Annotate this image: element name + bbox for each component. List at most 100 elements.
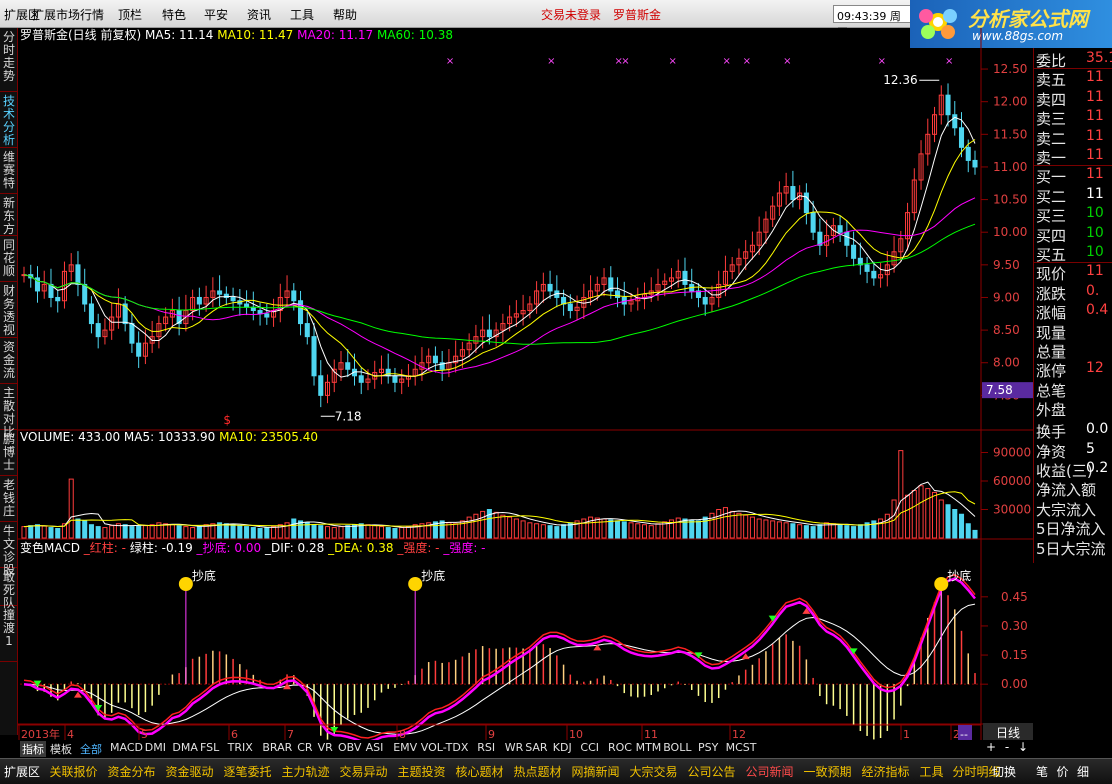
bottom-tab-10[interactable]: 网摘新闻	[572, 763, 620, 780]
indicator-tab-3[interactable]: MACD	[110, 741, 143, 754]
date-label: 12	[732, 728, 746, 740]
indicator-tab-0[interactable]: 指标	[20, 741, 46, 757]
menu-item-3[interactable]: 特色	[162, 6, 186, 23]
quote-row: 净流入额	[1036, 479, 1112, 498]
volume-bar	[21, 526, 27, 539]
bottom-tab-14[interactable]: 一致预期	[804, 763, 852, 780]
indicator-tab-4[interactable]: DMI	[145, 741, 166, 754]
indicator-tab-23[interactable]: PSY	[698, 741, 718, 754]
bottom-tab-7[interactable]: 主题投资	[398, 763, 446, 780]
indicator-tab-20[interactable]: ROC	[608, 741, 632, 754]
bottom-tab-13[interactable]: 公司新闻	[746, 763, 794, 780]
volume-tick-label: 90000	[993, 446, 1031, 460]
quote-label: 买三	[1036, 207, 1067, 225]
menu-item-4[interactable]: 平安	[204, 6, 228, 23]
indicator-tab-15[interactable]: RSI	[477, 741, 495, 754]
nav-tab-9[interactable]: 老钱庄	[0, 476, 18, 522]
indicator-tab-11[interactable]: OBV	[338, 741, 361, 754]
nav-tab-0[interactable]: 分时走势	[0, 28, 18, 92]
nav-tab-12[interactable]: 撞渡1	[0, 606, 18, 662]
nav-tab-4[interactable]: 同花顺	[0, 236, 18, 282]
indicator-tab-13[interactable]: EMV	[393, 741, 417, 754]
bottom-tab-18[interactable]: 切换	[992, 763, 1016, 780]
small-button-2[interactable]: ↓	[1015, 740, 1031, 758]
indicator-tab-12[interactable]: ASI	[366, 741, 384, 754]
bottom-tab-8[interactable]: 核心题材	[456, 763, 504, 780]
price-tick-label: 8.50	[993, 323, 1020, 337]
nav-tab-11[interactable]: 敢死队	[0, 568, 18, 610]
bottom-tab-12[interactable]: 公司公告	[688, 763, 736, 780]
macd-header: 变色MACD _红柱: - 绿柱: -0.19 _抄底: 0.00 _DIF: …	[20, 540, 486, 555]
nav-tab-7[interactable]: 主散对比	[0, 384, 18, 439]
bottom-tab-0[interactable]: 扩展区	[4, 763, 40, 780]
nav-tab-6[interactable]: 资金流	[0, 338, 18, 384]
bottom-tab-4[interactable]: 逐笔委托	[224, 763, 272, 780]
indicator-tab-1[interactable]: 模板	[50, 741, 72, 757]
bottom-tab-11[interactable]: 大宗交易	[630, 763, 678, 780]
nav-tab-3[interactable]: 新东方	[0, 194, 18, 236]
volume-bar	[884, 513, 890, 539]
bottom-tab-6[interactable]: 交易异动	[340, 763, 388, 780]
volume-bar	[952, 509, 958, 539]
bottom-tab-2[interactable]: 资金分布	[108, 763, 156, 780]
login-status[interactable]: 交易未登录	[541, 6, 601, 23]
indicator-tab-7[interactable]: TRIX	[228, 741, 253, 754]
bottom-tab-19[interactable]: 笔	[1036, 763, 1048, 780]
bottom-tab-9[interactable]: 热点题材	[514, 763, 562, 780]
small-button-0[interactable]: +	[983, 740, 999, 758]
nav-tab-5[interactable]: 财务透视	[0, 282, 18, 338]
indicator-tab-8[interactable]: BRAR	[262, 741, 292, 754]
candle-body	[230, 296, 236, 302]
indicator-tab-18[interactable]: KDJ	[553, 741, 572, 754]
nav-tab-1[interactable]: 技术分析	[0, 92, 18, 148]
indicator-tab-19[interactable]: CCI	[580, 741, 599, 754]
volume-bar	[911, 490, 917, 539]
candle-body	[851, 244, 857, 259]
bottom-tab-16[interactable]: 工具	[920, 763, 944, 780]
small-button-1[interactable]: -	[999, 740, 1015, 758]
menu-item-7[interactable]: 帮助	[333, 6, 357, 23]
quote-label: 涨跌	[1036, 284, 1067, 302]
x-marker: ×	[446, 56, 454, 67]
chart-area[interactable]: 12.5012.0011.5011.0010.5010.009.509.008.…	[18, 28, 1033, 740]
menu-item-1[interactable]: 扩展市场行情	[32, 6, 104, 23]
bottom-tab-20[interactable]: 价	[1057, 763, 1069, 780]
period-selector[interactable]: 日线	[983, 723, 1033, 740]
indicator-tab-24[interactable]: MCST	[726, 741, 757, 754]
indicator-tab-10[interactable]: VR	[318, 741, 333, 754]
menu-item-5[interactable]: 资讯	[247, 6, 271, 23]
volume-bar	[392, 528, 398, 539]
quote-row: 买三 10	[1036, 205, 1112, 224]
dea-line	[23, 603, 976, 735]
indicator-tab-6[interactable]: FSL	[200, 741, 219, 754]
buy-signal-label: 抄底	[947, 568, 971, 583]
candle-body	[129, 323, 135, 344]
indicator-tab-2[interactable]: 全部	[80, 741, 102, 757]
indicator-tab-17[interactable]: SAR	[525, 741, 547, 754]
bottom-tab-5[interactable]: 主力轨迹	[282, 763, 330, 780]
nav-tab-8[interactable]: 鹏博士	[0, 430, 18, 476]
nav-tab-2[interactable]: 维赛特	[0, 148, 18, 194]
bottom-tab-21[interactable]: 细	[1077, 763, 1089, 780]
menu-item-6[interactable]: 工具	[290, 6, 314, 23]
indicator-tab-16[interactable]: WR	[505, 741, 524, 754]
nav-tab-10[interactable]: 牛文诊股	[0, 522, 18, 577]
quote-label: 卖五	[1036, 71, 1067, 89]
indicator-tab-5[interactable]: DMA	[172, 741, 198, 754]
quote-row: 净资 5	[1036, 441, 1112, 460]
menu-item-2[interactable]: 顶栏	[118, 6, 142, 23]
volume-bar	[932, 491, 938, 539]
volume-bar	[810, 526, 816, 539]
indicator-tab-14[interactable]: VOL-TDX	[421, 741, 469, 754]
indicator-tab-9[interactable]: CR	[297, 741, 312, 754]
bottom-tab-15[interactable]: 经济指标	[862, 763, 910, 780]
clock: 09:43:39 周四	[833, 5, 911, 39]
candle-body	[682, 270, 688, 285]
quote-value: 11	[1086, 88, 1104, 105]
indicator-tab-21[interactable]: MTM	[636, 741, 662, 754]
indicator-tab-22[interactable]: BOLL	[663, 741, 691, 754]
bottom-tab-1[interactable]: 关联报价	[50, 763, 98, 780]
bottom-tab-3[interactable]: 资金驱动	[166, 763, 214, 780]
buy-signal-label: 抄底	[421, 568, 445, 583]
candle-body	[567, 303, 573, 312]
